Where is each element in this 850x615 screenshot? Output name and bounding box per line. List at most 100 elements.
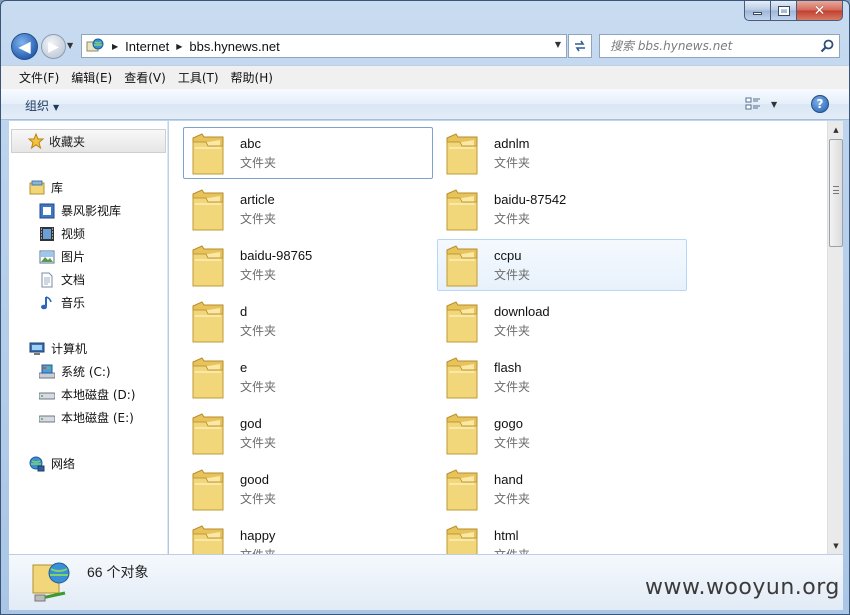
breadcrumb-internet[interactable]: Internet [125,39,169,54]
sidebar-item-label: 本地磁盘 (E:) [61,411,134,425]
folder-icon [190,524,226,554]
organize-label: 组织 [25,99,50,113]
sidebar-item-pictures[interactable]: 图片 [39,248,85,265]
menu-view[interactable]: 查看(V) [118,67,172,88]
folder-item[interactable]: baidu-98765 文件夹 [183,239,433,291]
search-input[interactable] [610,39,815,53]
sidebar-item-drive-c[interactable]: 系统 (C:) [38,363,111,380]
folder-type: 文件夹 [494,546,530,554]
folder-name: adnlm [494,136,530,151]
folder-type: 文件夹 [494,212,531,226]
scroll-up-button[interactable]: ▲ [828,121,844,138]
sidebar-item-videos[interactable]: 视频 [39,225,85,242]
search-icon[interactable] [819,38,835,57]
folder-item[interactable]: download 文件夹 [437,295,687,347]
organize-button[interactable]: 组织 ▼ [19,96,65,115]
folder-item[interactable]: html 文件夹 [437,519,687,554]
breadcrumb-host[interactable]: bbs.hynews.net [189,39,279,54]
sidebar-item-drive-e[interactable]: 本地磁盘 (E:) [38,409,134,426]
sidebar-item-label: 视频 [61,227,86,241]
menu-help[interactable]: 帮助(H) [225,67,279,88]
folder-item[interactable]: adnlm 文件夹 [437,127,687,179]
view-options-dropdown-icon[interactable]: ▼ [771,100,777,109]
network-folder-icon [29,559,73,605]
folder-item[interactable]: d 文件夹 [183,295,433,347]
details-pane: 66 个对象 www.wooyun.org [9,554,843,610]
folder-item[interactable]: e 文件夹 [183,351,433,403]
minimize-button[interactable] [744,1,771,21]
sidebar-item-label: 库 [51,181,64,195]
menu-bar: 文件(F) 编辑(E) 查看(V) 工具(T) 帮助(H) [1,65,849,89]
search-box[interactable] [599,34,840,58]
folder-icon [190,356,226,400]
folder-icon [444,300,480,344]
folder-item[interactable]: happy 文件夹 [183,519,433,554]
scroll-down-button[interactable]: ▼ [828,537,844,554]
computer-icon [29,341,45,357]
back-button[interactable]: ◀ [11,33,38,60]
favorites-header[interactable]: 收藏夹 [11,129,166,153]
maximize-button[interactable] [771,1,797,21]
menu-edit[interactable]: 编辑(E) [65,67,118,88]
sidebar-item-baofeng-library[interactable]: 暴风影视库 [39,202,121,219]
folder-type: 文件夹 [494,324,531,338]
sidebar-item-computer[interactable]: 计算机 [29,340,87,357]
library-icon [29,180,45,196]
navigation-pane: 收藏夹 库 暴风影视库 视频 图片 文档 音乐 计算机 系统 (C:) 本地磁盘… [9,121,168,554]
sidebar-item-label: 图片 [61,250,86,264]
folder-type: 文件夹 [240,156,277,170]
sidebar-item-network[interactable]: 网络 [29,455,75,472]
menu-file[interactable]: 文件(F) [13,67,65,88]
system-drive-icon [38,364,56,380]
sidebar-item-music[interactable]: 音乐 [39,294,85,311]
sidebar-item-library[interactable]: 库 [29,179,63,196]
sidebar-item-label: 网络 [51,457,76,471]
breadcrumb-separator-icon[interactable]: ▶ [112,42,118,51]
folder-name: baidu-87542 [494,192,567,207]
folder-item[interactable]: gogo 文件夹 [437,407,687,459]
address-history-dropdown[interactable]: ▼ [555,40,561,49]
refresh-button[interactable] [568,34,592,58]
picture-icon [39,249,55,265]
folder-item[interactable]: flash 文件夹 [437,351,687,403]
sidebar-item-label: 本地磁盘 (D:) [61,388,136,402]
forward-button[interactable]: ▶ [41,34,66,59]
file-list: abc 文件夹 adnlm 文件夹 article 文件夹 baidu-87542 文件夹 ba… [169,121,827,554]
folder-item[interactable]: hand 文件夹 [437,463,687,515]
menu-tools[interactable]: 工具(T) [172,67,225,88]
folder-item[interactable]: good 文件夹 [183,463,433,515]
change-view-button[interactable]: ▼ [745,96,777,112]
star-icon [27,132,45,150]
close-button[interactable]: ✕ [797,1,843,21]
vertical-scrollbar[interactable]: ▲ ▼ [827,121,843,554]
sidebar-item-drive-d[interactable]: 本地磁盘 (D:) [38,386,136,403]
folder-name: download [494,304,550,319]
maximize-icon [777,5,790,16]
watermark-text: www.wooyun.org [645,575,840,600]
folder-icon [190,188,226,232]
folder-icon [190,412,226,456]
minimize-icon [753,12,762,15]
breadcrumb-separator-icon[interactable]: ▶ [176,42,182,51]
command-bar: 组织 ▼ ▼ ? [1,89,849,120]
chevron-down-icon: ▼ [53,103,60,112]
folder-name: happy [240,528,276,543]
refresh-icon [575,40,585,52]
folder-item[interactable]: baidu-87542 文件夹 [437,183,687,235]
sidebar-item-label: 文档 [61,273,86,287]
folder-icon [190,132,226,176]
folder-item[interactable]: ccpu 文件夹 [437,239,687,291]
scroll-thumb[interactable] [829,139,843,247]
folder-name: ccpu [494,248,522,263]
folder-item[interactable]: article 文件夹 [183,183,433,235]
folder-name: abc [240,136,261,151]
explorer-window: ✕ ◀ ▶ ▼ ▶ Internet ▶ bbs.hynews.net ▼ 搜索… [0,0,850,615]
back-arrow-icon: ◀ [18,37,31,56]
recent-pages-dropdown[interactable]: ▼ [67,41,73,50]
folder-item[interactable]: abc 文件夹 [183,127,433,179]
help-button[interactable]: ? [811,95,829,113]
sidebar-item-label: 系统 (C:) [61,365,111,379]
sidebar-item-documents[interactable]: 文档 [39,271,85,288]
address-bar[interactable]: ▶ Internet ▶ bbs.hynews.net ▼ [81,34,567,58]
folder-item[interactable]: god 文件夹 [183,407,433,459]
